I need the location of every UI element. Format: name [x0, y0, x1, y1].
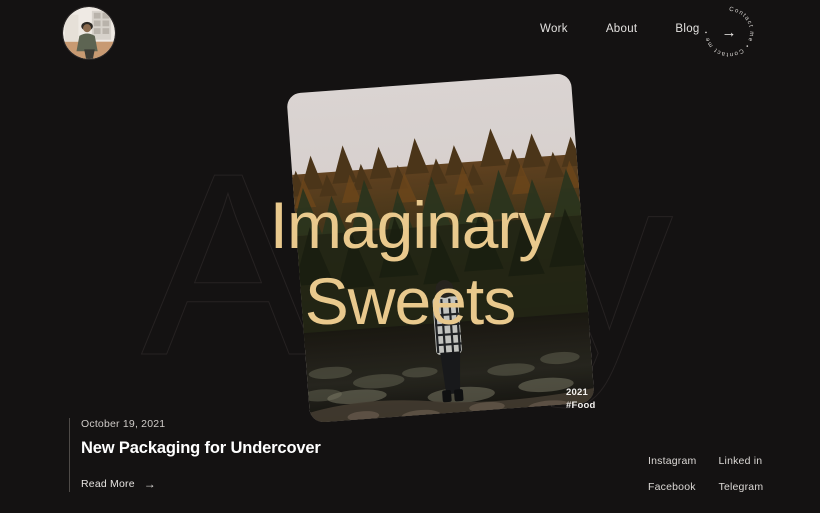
social-link-linkedin[interactable]: Linked in [719, 455, 764, 467]
article-date: October 19, 2021 [81, 418, 166, 430]
hero-photo[interactable] [286, 73, 595, 423]
arrow-right-icon: → [721, 23, 737, 41]
hero-photo-year: 2021 [566, 387, 588, 398]
avatar[interactable] [62, 6, 116, 60]
contact-me-badge[interactable]: Contact me • Contact me • → [700, 3, 758, 61]
article-teaser: October 19, 2021 New Packaging for Under… [69, 418, 321, 492]
avatar-image [63, 7, 115, 59]
read-more-label: Read More [81, 478, 135, 490]
page-root: Amy [0, 0, 820, 513]
social-link-instagram[interactable]: Instagram [648, 455, 697, 467]
main-nav: Work About Blog [540, 23, 700, 35]
article-headline[interactable]: New Packaging for Undercover [81, 439, 321, 458]
nav-item-about[interactable]: About [606, 23, 638, 35]
nav-item-work[interactable]: Work [540, 23, 568, 35]
hero-photo-tag: #Food [566, 400, 596, 411]
social-link-facebook[interactable]: Facebook [648, 481, 697, 493]
arrow-right-icon: → [143, 477, 156, 491]
nav-item-blog[interactable]: Blog [675, 23, 699, 35]
hero-photo-image [286, 73, 595, 423]
site-header: Work About Blog Contact me • Contact me … [0, 0, 820, 62]
hero-photo-meta: 2021 #Food [566, 386, 596, 412]
read-more-link[interactable]: Read More → [81, 478, 156, 490]
social-link-telegram[interactable]: Telegram [719, 481, 764, 493]
social-links: Instagram Linked in Facebook Telegram [648, 455, 763, 493]
